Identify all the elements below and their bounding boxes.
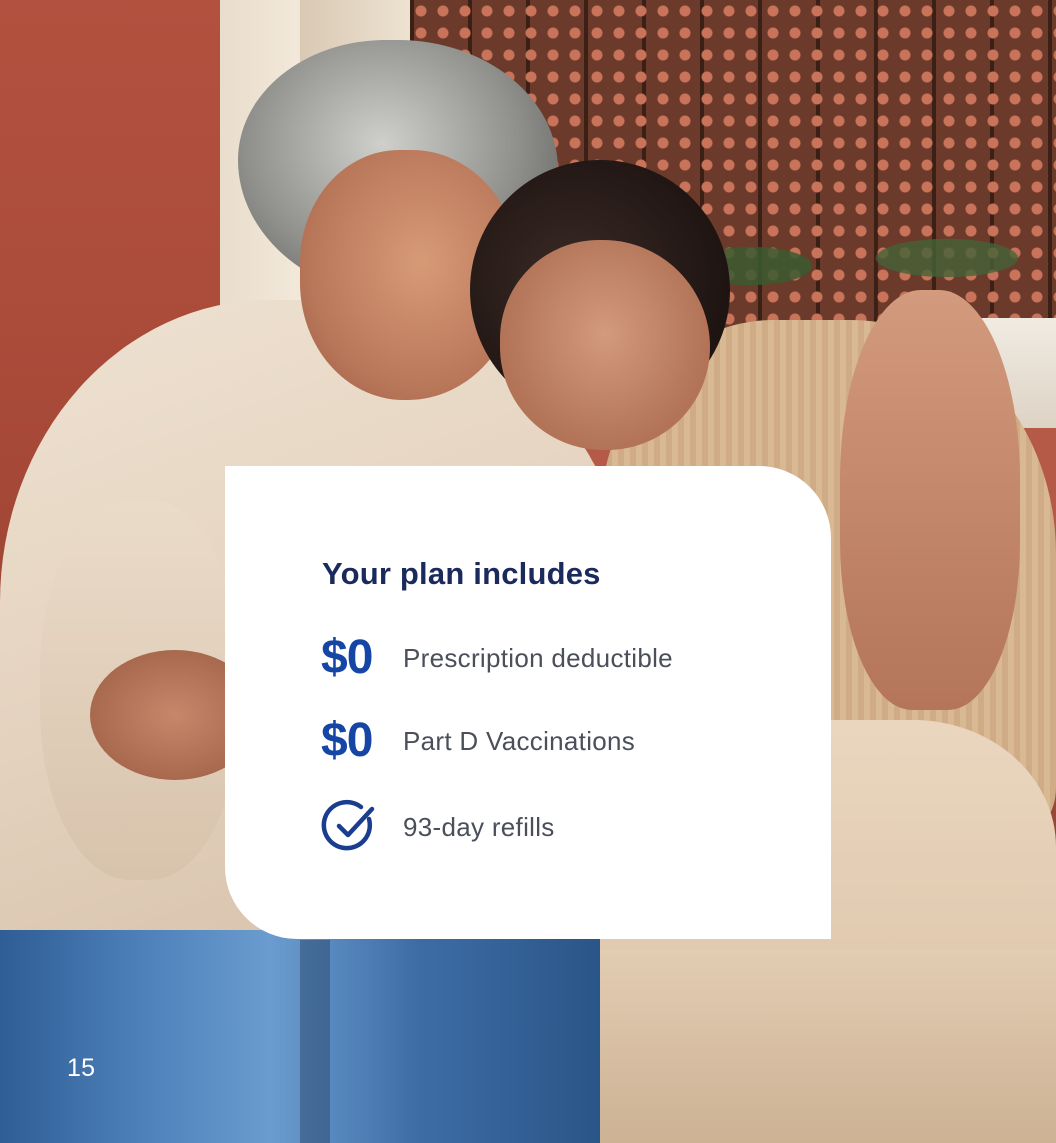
benefit-93-day-refills: 93-day refills <box>321 796 555 858</box>
plan-benefits-card: Your plan includes $0 Prescription deduc… <box>225 466 831 939</box>
benefit-label: Part D Vaccinations <box>403 726 636 756</box>
benefit-part-d-vaccinations: $0 Part D Vaccinations <box>321 717 635 765</box>
benefit-label: 93-day refills <box>403 812 555 842</box>
benefit-label: Prescription deductible <box>403 643 673 673</box>
check-circle-icon <box>321 796 403 858</box>
benefit-amount: $0 <box>321 714 373 767</box>
benefit-amount: $0 <box>321 631 373 684</box>
page-number: 15 <box>67 1054 96 1082</box>
card-title: Your plan includes <box>322 556 601 591</box>
benefit-prescription-deductible: $0 Prescription deductible <box>321 634 673 682</box>
